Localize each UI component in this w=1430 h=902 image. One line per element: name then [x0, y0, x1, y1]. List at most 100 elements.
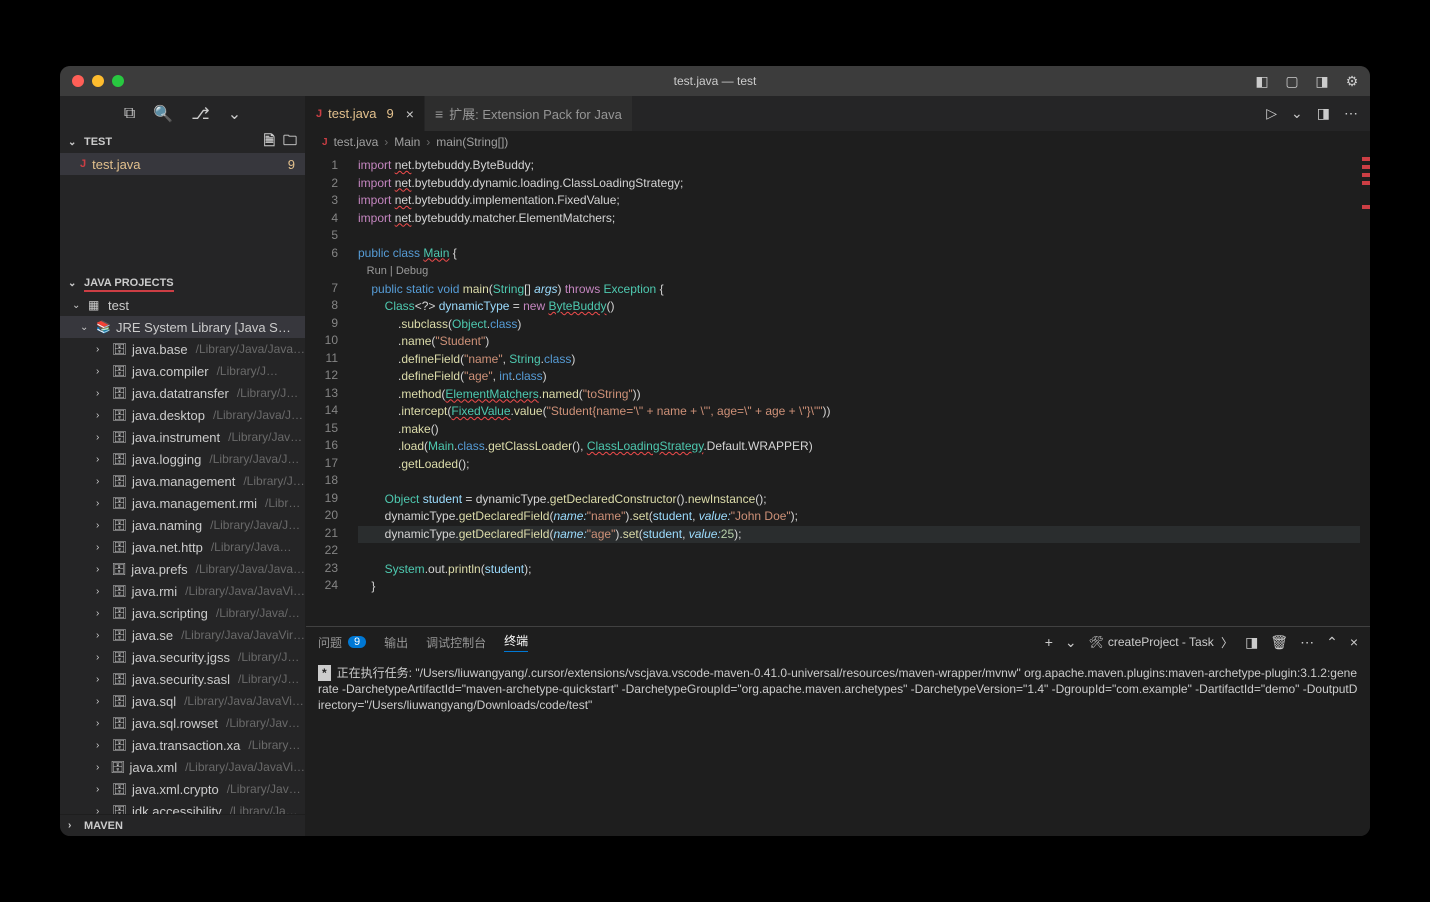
java-projects-header[interactable]: ⌄ JAVA PROJECTS — [60, 272, 305, 294]
java-file-icon: J — [316, 108, 322, 120]
breadcrumb-file[interactable]: test.java — [334, 135, 379, 149]
jar-icon: 🗄 — [112, 716, 128, 730]
chevron-down-icon[interactable]: ⌄ — [228, 104, 241, 124]
library-item[interactable]: › 🗄 java.datatransfer /Library/J… — [60, 382, 305, 404]
library-item[interactable]: › 🗄 java.base /Library/Java/Java… — [60, 338, 305, 360]
library-item[interactable]: › 🗄 java.logging /Library/Java/J… — [60, 448, 305, 470]
panel-tab-terminal[interactable]: 终端 — [504, 632, 528, 652]
layout-secondary-icon[interactable]: ◨ — [1314, 73, 1330, 89]
code-content[interactable]: import net.bytebuddy.ByteBuddy; import n… — [352, 153, 1360, 626]
search-icon[interactable]: 🔍 — [153, 104, 173, 124]
chevron-right-icon: › — [96, 388, 108, 399]
library-item[interactable]: › 🗄 jdk.accessibility /Library/Ja… — [60, 800, 305, 814]
code-editor[interactable]: 123456 789101112131415161718192021222324… — [306, 153, 1370, 626]
jar-icon: 🗄 — [112, 650, 128, 664]
library-name: java.transaction.xa — [132, 738, 240, 753]
layout-panel-icon[interactable]: ▢ — [1284, 73, 1300, 89]
chevron-down-icon: ⌄ — [80, 322, 92, 333]
breadcrumb[interactable]: J test.java › Main › main(String[]) — [306, 131, 1370, 153]
library-item[interactable]: › 🗄 java.sql.rowset /Library/Jav… — [60, 712, 305, 734]
explorer-label: TEST — [84, 136, 112, 148]
terminal-task-label[interactable]: 🛠 createProject - Task 〉 — [1089, 634, 1233, 651]
new-file-icon[interactable]: 🗎 — [264, 130, 275, 154]
tab-label: 扩展: Extension Pack for Java — [449, 104, 622, 123]
files-icon[interactable]: ⧉ — [124, 105, 135, 123]
library-item[interactable]: › 🗄 java.desktop /Library/Java/J… — [60, 404, 305, 426]
split-terminal-icon[interactable]: ◨ — [1245, 634, 1258, 651]
terminal-content[interactable]: *正在执行任务: "/Users/liuwangyang/.cursor/ext… — [306, 657, 1370, 836]
gear-icon[interactable]: ⚙ — [1344, 73, 1360, 89]
panel-tab-debug-console[interactable]: 调试控制台 — [426, 634, 486, 651]
jar-icon: 🗄 — [112, 430, 128, 444]
library-item[interactable]: › 🗄 java.scripting /Library/Java/… — [60, 602, 305, 624]
close-window-button[interactable] — [72, 75, 84, 87]
library-name: java.rmi — [132, 584, 178, 599]
panel-tab-output[interactable]: 输出 — [384, 634, 408, 651]
error-marker[interactable] — [1362, 165, 1370, 169]
library-item[interactable]: › 🗄 java.instrument /Library/Jav… — [60, 426, 305, 448]
panel-chevron-up-icon[interactable]: ⌃ — [1326, 634, 1338, 651]
panel-close-icon[interactable]: × — [1350, 634, 1358, 650]
chevron-down-icon: ⌄ — [68, 278, 80, 289]
breadcrumb-method[interactable]: main(String[]) — [436, 135, 508, 149]
error-marker[interactable] — [1362, 173, 1370, 177]
breadcrumb-class[interactable]: Main — [394, 135, 420, 149]
explorer-header[interactable]: ⌄ TEST 🗎 🗀 — [60, 131, 305, 153]
tab-test-java[interactable]: J test.java 9 × — [306, 96, 425, 131]
editor-group: J test.java 9 × ≡ 扩展: Extension Pack for… — [306, 96, 1370, 836]
chevron-right-icon: › — [96, 344, 108, 355]
more-icon[interactable]: ⋯ — [1300, 634, 1314, 651]
library-path: /Library/Java/J… — [210, 518, 300, 532]
run-dropdown-icon[interactable]: ⌄ — [1291, 105, 1303, 122]
error-marker[interactable] — [1362, 181, 1370, 185]
library-item[interactable]: › 🗄 java.management.rmi /Libr… — [60, 492, 305, 514]
library-name: jdk.accessibility — [132, 804, 222, 815]
close-tab-icon[interactable]: × — [406, 106, 414, 122]
library-item[interactable]: › 🗄 java.transaction.xa /Library… — [60, 734, 305, 756]
library-item[interactable]: › 🗄 java.rmi /Library/Java/JavaVi… — [60, 580, 305, 602]
library-item[interactable]: › 🗄 java.net.http /Library/Java… — [60, 536, 305, 558]
library-item[interactable]: › 🗄 java.prefs /Library/Java/Java… — [60, 558, 305, 580]
tab-extension-pack[interactable]: ≡ 扩展: Extension Pack for Java — [425, 96, 633, 131]
kill-terminal-icon[interactable]: 🗑 — [1270, 634, 1288, 651]
new-folder-icon[interactable]: 🗀 — [283, 130, 297, 154]
library-item[interactable]: › 🗄 java.sql /Library/Java/JavaVi… — [60, 690, 305, 712]
library-item[interactable]: › 🗄 java.security.sasl /Library/J… — [60, 668, 305, 690]
minimize-window-button[interactable] — [92, 75, 104, 87]
codelens-run-debug[interactable]: Run | Debug — [365, 265, 429, 277]
more-actions-icon[interactable]: ⋯ — [1344, 105, 1358, 122]
jar-icon: 🗄 — [110, 760, 125, 774]
terminal-dropdown-icon[interactable]: ⌄ — [1065, 634, 1077, 651]
panel-tab-problems[interactable]: 问题 9 — [318, 634, 366, 651]
library-item[interactable]: › 🗄 java.xml /Library/Java/JavaVi… — [60, 756, 305, 778]
explorer-file-test-java[interactable]: J test.java 9 — [60, 153, 305, 175]
library-item[interactable]: › 🗄 java.xml.crypto /Library/Jav… — [60, 778, 305, 800]
layout-primary-icon[interactable]: ◧ — [1254, 73, 1270, 89]
terminal-line: *正在执行任务: "/Users/liuwangyang/.cursor/ext… — [318, 665, 1358, 713]
window-title: test.java — test — [674, 74, 757, 88]
new-terminal-icon[interactable]: + — [1045, 634, 1053, 650]
panel-actions: + ⌄ 🛠 createProject - Task 〉 ◨ 🗑 ⋯ ⌃ × — [1045, 634, 1358, 651]
error-marker[interactable] — [1362, 157, 1370, 161]
chevron-right-icon: › — [96, 608, 108, 619]
jar-icon: 🗄 — [112, 386, 128, 400]
library-item[interactable]: › 🗄 java.security.jgss /Library/J… — [60, 646, 305, 668]
library-item[interactable]: › 🗄 java.naming /Library/Java/J… — [60, 514, 305, 536]
library-item[interactable]: › 🗄 java.compiler /Library/J… — [60, 360, 305, 382]
run-icon[interactable]: ▷ — [1266, 105, 1277, 122]
chevron-right-icon: › — [96, 652, 108, 663]
jre-system-library[interactable]: ⌄ 📚 JRE System Library [Java S… — [60, 316, 305, 338]
jar-icon: 🗄 — [112, 606, 128, 620]
library-path: /Library/Java/… — [216, 606, 300, 620]
chevron-right-icon: › — [96, 410, 108, 421]
library-item[interactable]: › 🗄 java.management /Library/J… — [60, 470, 305, 492]
titlebar[interactable]: test.java — test ◧ ▢ ◨ ⚙ — [60, 66, 1370, 96]
split-editor-icon[interactable]: ◨ — [1317, 105, 1330, 122]
project-root[interactable]: ⌄ ▦ test — [60, 294, 305, 316]
library-item[interactable]: › 🗄 java.se /Library/Java/JavaVir… — [60, 624, 305, 646]
maven-header[interactable]: › MAVEN — [60, 814, 305, 836]
error-marker[interactable] — [1362, 205, 1370, 209]
maximize-window-button[interactable] — [112, 75, 124, 87]
source-control-icon[interactable]: ⎇ — [191, 104, 209, 124]
overview-ruler[interactable] — [1360, 153, 1370, 626]
